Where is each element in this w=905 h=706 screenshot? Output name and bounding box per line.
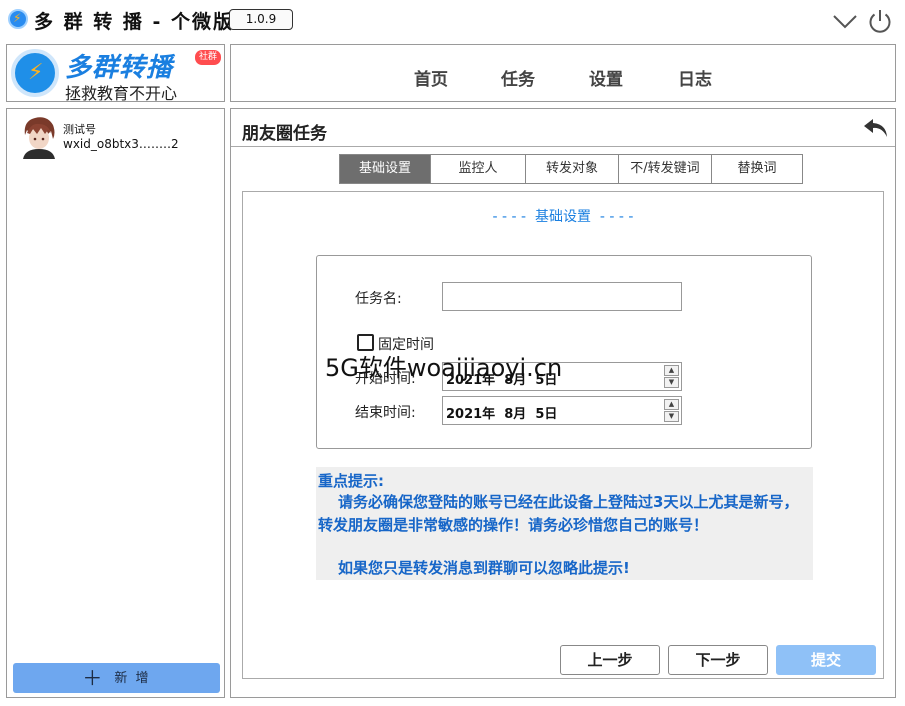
- chevron-down-icon[interactable]: [832, 10, 858, 32]
- section-title: - - - - 基础设置 - - - -: [492, 209, 634, 225]
- next-step-button[interactable]: 下一步: [668, 645, 768, 675]
- app-logo-icon: [8, 9, 28, 29]
- brand-slogan: 拯救教育不开心: [65, 84, 178, 103]
- spin-down-icon[interactable]: ▼: [664, 411, 679, 422]
- tab-monitor[interactable]: 监控人: [430, 155, 525, 183]
- logo-panel: ⚡ 多群转播 社群 拯救教育不开心: [6, 44, 225, 103]
- important-notice: 重点提示: 请务必确保您登陆的账号已经在此设备上登陆过3天以上尤其是新号，转发朋…: [316, 467, 813, 580]
- avatar[interactable]: [21, 115, 57, 159]
- account-sidebar: 测试号 wxid_o8btx3․․․․․․․․2 ＋ 新 增: [6, 108, 225, 698]
- add-account-button[interactable]: ＋ 新 增: [13, 663, 220, 693]
- tab-forward-target[interactable]: 转发对象: [525, 155, 618, 183]
- tab-basic-settings[interactable]: 基础设置: [340, 155, 430, 183]
- tab-replace-words[interactable]: 替换词: [711, 155, 802, 183]
- brand-badge: 社群: [195, 50, 221, 65]
- notice-tip: 如果您只是转发消息到群聊可以忽略此提示!: [338, 559, 630, 577]
- page-title: 朋友圈任务: [242, 124, 327, 144]
- power-icon[interactable]: [867, 8, 893, 34]
- nav-home[interactable]: 首页: [414, 65, 448, 90]
- end-date-picker[interactable]: 2021年 8月 5日 ▲ ▼: [442, 396, 682, 425]
- start-date-spinner[interactable]: ▲ ▼: [664, 365, 679, 388]
- nav-tasks[interactable]: 任务: [501, 65, 535, 90]
- nav-logs[interactable]: 日志: [678, 65, 712, 90]
- spin-up-icon[interactable]: ▲: [664, 399, 679, 410]
- back-arrow-icon[interactable]: [863, 117, 889, 139]
- spin-up-icon[interactable]: ▲: [664, 365, 679, 376]
- title-bar: 多 群 转 播 - 个微版 1.0.9: [0, 0, 905, 40]
- settings-tabs: 基础设置 监控人 转发对象 不/转发键词 替换词: [339, 154, 803, 184]
- add-account-label: 新 增: [114, 671, 151, 686]
- avatar-image-icon: [21, 115, 57, 159]
- task-name-input[interactable]: [442, 282, 682, 311]
- header-divider: [231, 146, 895, 147]
- end-date-spinner[interactable]: ▲ ▼: [664, 399, 679, 422]
- task-name-label: 任务名:: [355, 291, 402, 307]
- account-wxid: wxid_o8btx3․․․․․․․․2: [63, 137, 179, 151]
- spin-down-icon[interactable]: ▼: [664, 377, 679, 388]
- version-badge[interactable]: 1.0.9: [229, 9, 293, 30]
- notice-body: 请务必确保您登陆的账号已经在此设备上登陆过3天以上尤其是新号，转发朋友圈是非常敏…: [318, 493, 799, 534]
- tab-keywords[interactable]: 不/转发键词: [618, 155, 711, 183]
- brand-logo-icon: ⚡: [11, 49, 59, 97]
- submit-button[interactable]: 提交: [776, 645, 876, 675]
- prev-step-button[interactable]: 上一步: [560, 645, 660, 675]
- plus-icon: ＋: [82, 666, 105, 690]
- end-time-label: 结束时间:: [355, 405, 416, 421]
- top-nav: 首页 任务 设置 日志: [230, 44, 896, 102]
- end-date-value: 2021年 8月 5日: [446, 407, 558, 422]
- basic-settings-content: - - - - 基础设置 - - - - 任务名: 固定时间 开始时间: 202…: [242, 191, 884, 679]
- app-title: 多 群 转 播 - 个微版: [34, 11, 234, 33]
- lightning-icon: ⚡: [28, 60, 44, 85]
- notice-heading: 重点提示:: [318, 472, 384, 490]
- nav-settings[interactable]: 设置: [589, 65, 623, 90]
- watermark-text: 5G软件woaijiaoyi.cn: [325, 354, 563, 382]
- task-panel: 朋友圈任务 基础设置 监控人 转发对象 不/转发键词 替换词 - - - - 基…: [230, 108, 896, 698]
- brand-name: 多群转播: [65, 53, 174, 83]
- account-name: 测试号: [63, 123, 96, 136]
